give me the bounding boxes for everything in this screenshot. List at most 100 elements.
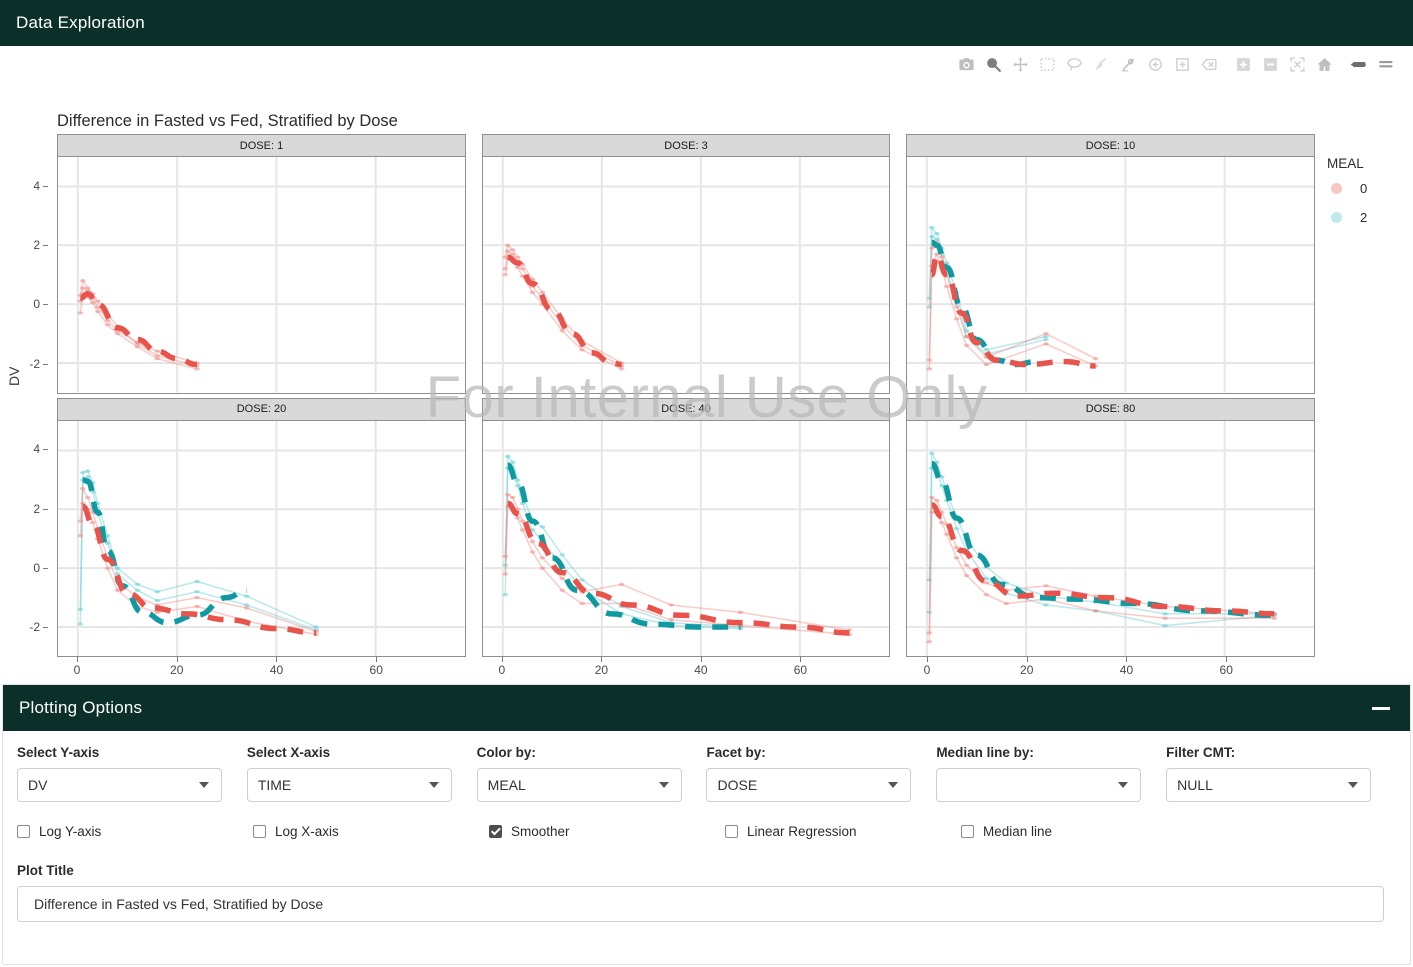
facet-plot-area[interactable]: [906, 156, 1315, 394]
plot-title-input[interactable]: Difference in Fasted vs Fed, Stratified …: [17, 886, 1384, 922]
checkbox-label-median-line: Median line: [983, 824, 1052, 839]
y-tick-label: 2: [33, 502, 40, 516]
checkbox-log-x-axis[interactable]: Log X-axis: [253, 824, 489, 839]
facet-grid: DOSE: 1DOSE: 3DOSE: 10DOSE: 20DOSE: 40DO…: [57, 134, 1315, 657]
chevron-down-icon: [199, 782, 209, 788]
label-facet-by: Facet by:: [706, 745, 936, 760]
chevron-down-icon: [429, 782, 439, 788]
select-y-axis[interactable]: DV: [17, 768, 222, 802]
facet-panel: DOSE: 3: [482, 134, 890, 394]
select-facet-by[interactable]: DOSE: [706, 768, 911, 802]
legend-item[interactable]: 2: [1313, 210, 1399, 225]
spike-lines-icon[interactable]: [1345, 51, 1372, 77]
draw-rect-icon[interactable]: [1169, 51, 1196, 77]
control-filter-cmt: Filter CMT:NULL: [1166, 745, 1396, 802]
checkbox-label-smoother: Smoother: [511, 824, 570, 839]
home-icon[interactable]: [1311, 51, 1338, 77]
facet-panel: DOSE: 20: [57, 398, 466, 658]
select-value-color-by: MEAL: [488, 777, 526, 793]
y-tick-label: 0: [33, 297, 40, 311]
plot-title-control: Plot Title Difference in Fasted vs Fed, …: [17, 863, 1396, 922]
y-tick-label: -2: [29, 357, 40, 371]
control-y-axis: Select Y-axisDV: [17, 745, 247, 802]
select-x-axis[interactable]: TIME: [247, 768, 452, 802]
label-median-line-by: Median line by:: [936, 745, 1166, 760]
control-x-axis: Select X-axis TIME: [247, 745, 477, 802]
y-tick-mark: [43, 449, 48, 450]
checkbox-box-median-line[interactable]: [961, 825, 974, 838]
label-color-by: Color by:: [477, 745, 707, 760]
select-value-filter-cmt: NULL: [1177, 777, 1213, 793]
facet-strip-label: DOSE: 1: [57, 134, 466, 156]
app-root: Data Exploration: [0, 0, 1413, 967]
chevron-down-icon: [1118, 782, 1128, 788]
chevron-down-icon: [888, 782, 898, 788]
x-tick-label: 40: [270, 663, 283, 677]
select-value-x-axis: TIME: [258, 777, 291, 793]
checkbox-smoother[interactable]: Smoother: [489, 824, 725, 839]
zoom-in-icon[interactable]: [1230, 51, 1257, 77]
facet-strip-label: DOSE: 10: [906, 134, 1315, 156]
label-x-axis: Select X-axis: [247, 745, 477, 760]
checkbox-median-line[interactable]: Median line: [961, 824, 1197, 839]
control-color-by: Color by: MEAL: [477, 745, 707, 802]
minimize-icon[interactable]: [1370, 699, 1392, 717]
lasso-select-icon[interactable]: [1061, 51, 1088, 77]
facet-plot-area[interactable]: [482, 420, 890, 658]
plotly-modebar[interactable]: [953, 51, 1399, 77]
x-tick-mark: [701, 657, 702, 662]
panel-title: Data Exploration: [16, 13, 145, 33]
draw-circle-icon[interactable]: [1142, 51, 1169, 77]
y-tick-label: 2: [33, 238, 40, 252]
x-tick-mark: [601, 657, 602, 662]
checkbox-label-log-x-axis: Log X-axis: [275, 824, 339, 839]
plotting-options-header: Plotting Options: [3, 685, 1410, 731]
checkbox-box-smoother[interactable]: [489, 825, 502, 838]
facet-plot-area[interactable]: [906, 420, 1315, 658]
checkbox-linear-regression[interactable]: Linear Regression: [725, 824, 961, 839]
y-axis-ticks-row2: -2024: [0, 420, 48, 658]
autoscale-icon[interactable]: [1284, 51, 1311, 77]
select-median-line-by[interactable]: [936, 768, 1141, 802]
plot-title-label: Plot Title: [17, 863, 1396, 878]
x-tick-label: 20: [595, 663, 608, 677]
erase-shape-icon[interactable]: [1196, 51, 1223, 77]
legend: MEAL 0 2: [1313, 156, 1399, 239]
pan-icon[interactable]: [1007, 51, 1034, 77]
facet-plot-area[interactable]: [57, 156, 466, 394]
hover-compare-icon[interactable]: [1372, 51, 1399, 77]
facet-panel: DOSE: 10: [906, 134, 1315, 394]
camera-icon[interactable]: [953, 51, 980, 77]
checkbox-box-log-y-axis[interactable]: [17, 825, 30, 838]
data-exploration-panel: Data Exploration: [0, 0, 1413, 670]
checkbox-box-linear-regression[interactable]: [725, 825, 738, 838]
checkbox-log-y-axis[interactable]: Log Y-axis: [17, 824, 253, 839]
chevron-down-icon: [659, 782, 669, 788]
zoom-icon[interactable]: [980, 51, 1007, 77]
checkbox-box-log-x-axis[interactable]: [253, 825, 266, 838]
options-panel-title: Plotting Options: [19, 698, 142, 718]
legend-title: MEAL: [1327, 156, 1399, 171]
control-facet-by: Facet by: DOSE: [706, 745, 936, 802]
box-select-icon[interactable]: [1034, 51, 1061, 77]
x-tick-mark: [1126, 657, 1127, 662]
legend-label: 0: [1360, 181, 1367, 196]
data-exploration-header: Data Exploration: [0, 0, 1413, 46]
zoom-out-icon[interactable]: [1257, 51, 1284, 77]
x-tick-label: 60: [794, 663, 807, 677]
x-tick-mark: [927, 657, 928, 662]
legend-item[interactable]: 0: [1313, 181, 1399, 196]
x-axis-ticks-col1: 0204060: [57, 657, 466, 679]
chevron-down-icon: [1348, 782, 1358, 788]
select-color-by[interactable]: MEAL: [477, 768, 682, 802]
draw-line-icon[interactable]: [1115, 51, 1142, 77]
x-tick-mark: [276, 657, 277, 662]
x-tick-label: 60: [1220, 663, 1233, 677]
y-tick-mark: [43, 509, 48, 510]
facet-plot-area[interactable]: [57, 420, 466, 658]
select-filter-cmt[interactable]: NULL: [1166, 768, 1371, 802]
checkbox-controls-row: Log Y-axis Log X-axis Smoother Linear Regre…: [17, 824, 1396, 839]
x-tick-mark: [1226, 657, 1227, 662]
draw-open-path-icon[interactable]: [1088, 51, 1115, 77]
facet-plot-area[interactable]: [482, 156, 890, 394]
